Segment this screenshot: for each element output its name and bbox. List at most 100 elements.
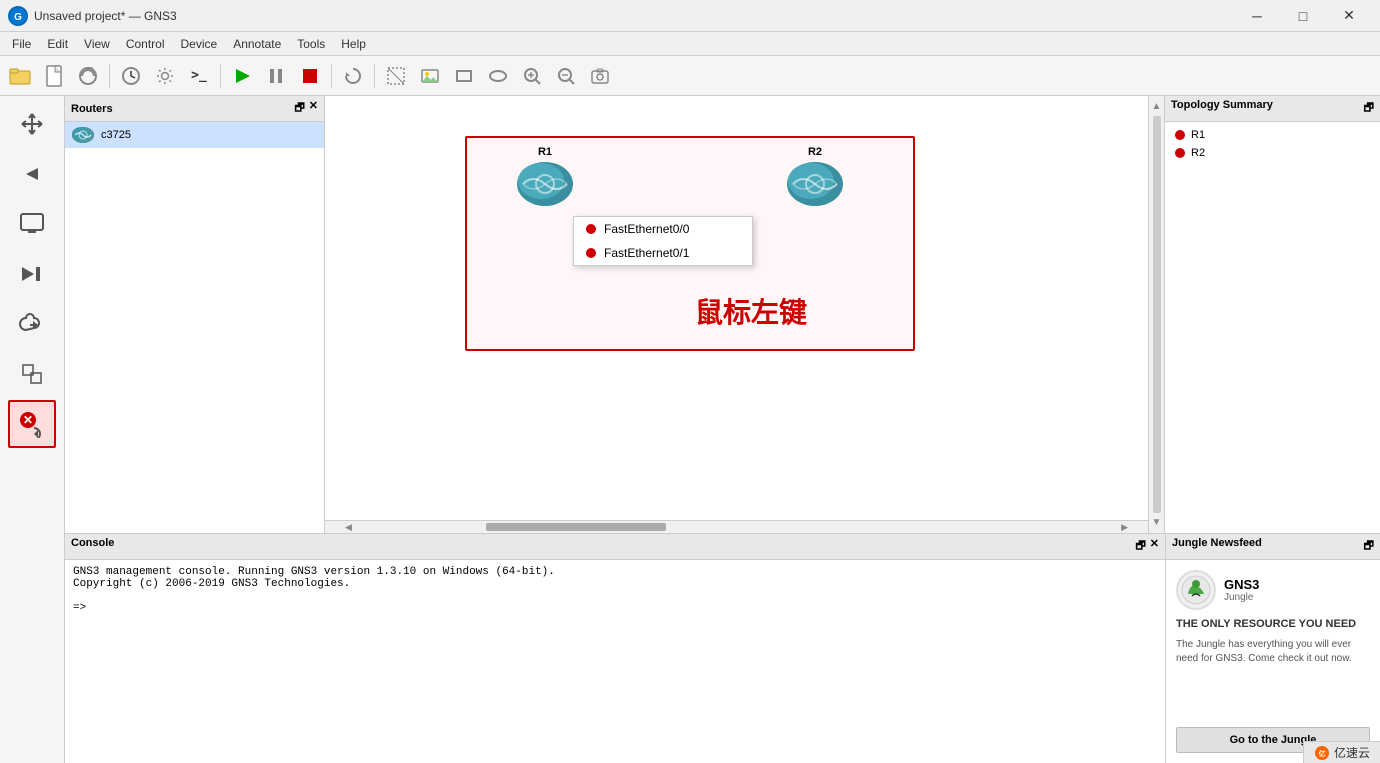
menu-help[interactable]: Help — [333, 35, 374, 53]
reset-error-button[interactable]: ✕ — [8, 400, 56, 448]
screenshot-capture-button[interactable] — [584, 60, 616, 92]
canvas-scrollbar-v[interactable]: ▲ ▼ — [1148, 96, 1164, 533]
console-title: Console — [71, 537, 114, 556]
device-item-c3725[interactable]: c3725 — [65, 122, 324, 148]
menu-device[interactable]: Device — [173, 35, 226, 53]
ellipse-button[interactable] — [482, 60, 514, 92]
jungle-title: Jungle Newsfeed — [1172, 537, 1262, 556]
resize-button[interactable] — [8, 350, 56, 398]
fe00-label: FastEthernet0/0 — [604, 222, 689, 236]
topology-node-list: R1 R2 — [1165, 122, 1380, 166]
device-panel-restore[interactable]: 🗗 — [294, 99, 304, 118]
menu-control[interactable]: Control — [118, 35, 173, 53]
skip-button[interactable] — [8, 250, 56, 298]
r1-status-dot — [1175, 130, 1185, 140]
annotation-text: 鼠标左键 — [695, 291, 807, 331]
canvas-area[interactable]: ▲ ▼ R1 — [325, 96, 1165, 533]
open-folder-button[interactable] — [4, 60, 36, 92]
reload-button[interactable] — [337, 60, 369, 92]
titlebar: G Unsaved project* — GNS3 ─ □ ✕ — [0, 0, 1380, 32]
open-file-button[interactable] — [38, 60, 70, 92]
context-menu: FastEthernet0/0 FastEthernet0/1 — [573, 216, 753, 266]
left-sidebar: ✕ — [0, 96, 65, 763]
clock-button[interactable] — [115, 60, 147, 92]
console-panel: Console 🗗 ✕ GNS3 management console. Run… — [65, 534, 1165, 763]
menu-tools[interactable]: Tools — [289, 35, 333, 53]
config-button[interactable] — [149, 60, 181, 92]
topology-restore[interactable]: 🗗 — [1364, 99, 1374, 118]
router-r2-icon — [785, 160, 845, 208]
context-menu-fe00[interactable]: FastEthernet0/0 — [574, 217, 752, 241]
minimize-button[interactable]: ─ — [1234, 0, 1280, 32]
toolbar-sep-3 — [331, 64, 332, 88]
jungle-logo-name: GNS3 — [1224, 577, 1259, 593]
device-panel-close[interactable]: ✕ — [309, 99, 318, 118]
router-r1-icon — [515, 160, 575, 208]
fe00-status-dot — [586, 224, 596, 234]
topology-node-r1[interactable]: R1 — [1165, 126, 1380, 144]
menu-file[interactable]: File — [4, 35, 39, 53]
jungle-logo-subtitle: Jungle — [1224, 592, 1259, 603]
svg-text:亿: 亿 — [1318, 749, 1325, 758]
device-panel-controls: 🗗 ✕ — [294, 99, 318, 118]
watermark-icon: 亿 — [1314, 745, 1330, 761]
jungle-panel-header: Jungle Newsfeed 🗗 — [1166, 534, 1380, 560]
jungle-restore[interactable]: 🗗 — [1364, 537, 1374, 556]
jungle-logo-texts: GNS3 Jungle — [1224, 577, 1259, 604]
image-button[interactable] — [414, 60, 446, 92]
toolbar-sep-2 — [220, 64, 221, 88]
top-row: Routers 🗗 ✕ — [65, 96, 1380, 533]
router-r2[interactable]: R2 — [785, 146, 845, 208]
jungle-description: The Jungle has everything you will ever … — [1176, 638, 1370, 666]
start-all-button[interactable] — [226, 60, 258, 92]
watermark-text: 亿速云 — [1334, 744, 1370, 761]
stop-all-button[interactable] — [294, 60, 326, 92]
move-button[interactable] — [8, 100, 56, 148]
right-panels: Routers 🗗 ✕ — [65, 96, 1380, 763]
topology-node-r2[interactable]: R2 — [1165, 144, 1380, 162]
console-close[interactable]: ✕ — [1150, 537, 1159, 556]
zoom-out-button[interactable] — [550, 60, 582, 92]
watermark: 亿 亿速云 — [1303, 741, 1380, 763]
router-r1[interactable]: R1 — [515, 146, 575, 208]
console-restore[interactable]: 🗗 — [1135, 537, 1145, 556]
zoom-in-button[interactable] — [516, 60, 548, 92]
jungle-logo-icon — [1176, 570, 1216, 610]
cloud-button[interactable] — [8, 300, 56, 348]
topology-summary-title: Topology Summary — [1171, 99, 1273, 118]
rect-button[interactable] — [448, 60, 480, 92]
main-body: ✕ Routers 🗗 ✕ — [0, 96, 1380, 763]
jungle-logo: GNS3 Jungle — [1176, 570, 1370, 610]
router-device-icon — [71, 126, 95, 144]
monitor-button[interactable] — [8, 200, 56, 248]
topology-summary-header: Topology Summary 🗗 — [1165, 96, 1380, 122]
topology-summary: Topology Summary 🗗 R1 R2 — [1165, 96, 1380, 533]
toolbar: >_ — [0, 56, 1380, 96]
menu-annotate[interactable]: Annotate — [225, 35, 289, 53]
maximize-button[interactable]: □ — [1280, 0, 1326, 32]
console-button[interactable]: >_ — [183, 60, 215, 92]
bottom-area: Console 🗗 ✕ GNS3 management console. Run… — [65, 533, 1380, 763]
jungle-content: GNS3 Jungle THE ONLY RESOURCE YOU NEED T… — [1166, 560, 1380, 763]
console-output: GNS3 management console. Running GNS3 ve… — [65, 560, 1165, 763]
jungle-headline: THE ONLY RESOURCE YOU NEED — [1176, 618, 1370, 630]
menubar: File Edit View Control Device Annotate T… — [0, 32, 1380, 56]
snapshot-button[interactable] — [72, 60, 104, 92]
back-button[interactable] — [8, 150, 56, 198]
close-button[interactable]: ✕ — [1326, 0, 1372, 32]
window-title: Unsaved project* — GNS3 — [34, 9, 177, 23]
edit-mode-button[interactable] — [380, 60, 412, 92]
pause-button[interactable] — [260, 60, 292, 92]
app-icon: G — [8, 6, 28, 26]
menu-edit[interactable]: Edit — [39, 35, 76, 53]
canvas-scrollbar-h[interactable]: ◀ ▶ — [325, 520, 1148, 533]
router-r2-label: R2 — [808, 146, 822, 158]
r2-status-dot — [1175, 148, 1185, 158]
context-menu-fe01[interactable]: FastEthernet0/1 — [574, 241, 752, 265]
menu-view[interactable]: View — [76, 35, 118, 53]
console-panel-header: Console 🗗 ✕ — [65, 534, 1165, 560]
r1-topo-label: R1 — [1191, 129, 1205, 141]
svg-text:G: G — [14, 12, 22, 23]
svg-text:✕: ✕ — [23, 413, 33, 427]
toolbar-sep-4 — [374, 64, 375, 88]
